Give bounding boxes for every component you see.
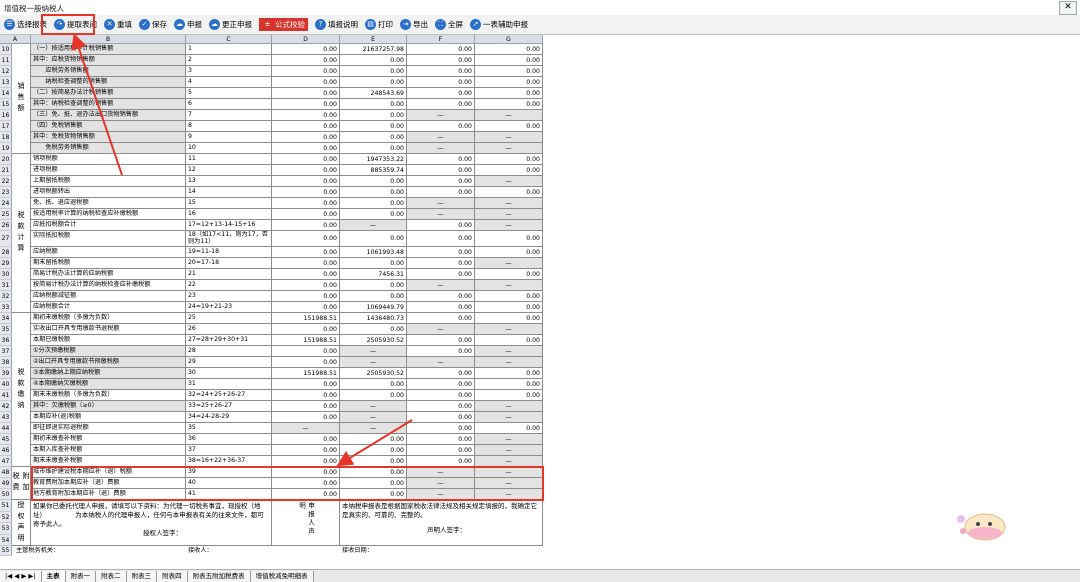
receiver-label: 接收人： xyxy=(188,547,213,554)
tax-office-label: 主管税务机关： xyxy=(16,547,60,554)
toolbar-label: 公式校验 xyxy=(275,20,305,29)
red-arrow xyxy=(336,419,413,467)
sheet-tab[interactable]: 主表 xyxy=(41,570,66,582)
window-titlebar: 增值税一般纳税人 ✕ xyxy=(0,0,1080,16)
window-title: 增值税一般纳税人 xyxy=(4,4,64,13)
sheet-tab[interactable]: 附表二 xyxy=(96,570,127,582)
expand-icon: ↗ xyxy=(470,19,481,30)
sheet-tab[interactable]: 附表一 xyxy=(65,570,97,582)
red-arrow xyxy=(71,35,123,176)
export-icon: ⇥ xyxy=(400,19,411,30)
toolbar-label: 打印 xyxy=(378,20,393,29)
close-icon[interactable]: ✕ xyxy=(1059,1,1077,15)
list-icon: ☰ xyxy=(4,19,15,30)
formula-icon: ± xyxy=(264,20,271,28)
toolbar-label: 保存 xyxy=(152,20,167,29)
printer-icon: ▤ xyxy=(365,19,376,30)
tab-nav-arrows[interactable]: |◀ ◀ ▶ ▶| xyxy=(0,570,42,582)
close-circle-icon: ✕ xyxy=(104,19,115,30)
declare-button[interactable]: ☁ 申报 xyxy=(174,19,202,30)
mascot-icon xyxy=(957,513,1006,541)
auxiliary-declare-button[interactable]: ↗ 一表辅助申报 xyxy=(470,19,528,30)
question-icon: ? xyxy=(315,19,326,30)
toolbar-label: 填报说明 xyxy=(328,20,358,29)
correct-declare-button[interactable]: ☁ 更正申报 xyxy=(209,19,252,30)
check-circle-icon: ✓ xyxy=(139,19,150,30)
row-number[interactable]: 55 xyxy=(0,546,12,556)
toolbar-label: 更正申报 xyxy=(222,20,252,29)
toolbar-label: 重填 xyxy=(117,20,132,29)
fill-help-button[interactable]: ? 填报说明 xyxy=(315,19,358,30)
print-button[interactable]: ▤ 打印 xyxy=(365,19,393,30)
fetch-report-highlight xyxy=(41,14,95,35)
annotation-arrows xyxy=(71,35,413,467)
cloud-icon: ☁ xyxy=(209,19,220,30)
sheet-tab[interactable]: 附表五附加税费表 xyxy=(187,570,251,582)
fullscreen-button[interactable]: ⛶ 全屏 xyxy=(435,19,463,30)
fullscreen-icon: ⛶ xyxy=(435,19,446,30)
spreadsheet: A B C D E F G 10 （一）按适用税率计税销售额 1 0.00 21637257.98 0.… xyxy=(0,35,1080,568)
refill-button[interactable]: ✕ 重填 xyxy=(104,19,132,30)
sheet-tab[interactable]: 增值税减免明细表 xyxy=(250,570,314,582)
toolbar-label: 申报 xyxy=(187,20,202,29)
sheet-tab[interactable]: 附表三 xyxy=(126,570,158,582)
formula-check-button[interactable]: ± 公式校验 xyxy=(259,18,308,31)
export-button[interactable]: ⇥ 导出 xyxy=(400,19,428,30)
toolbar-label: 一表辅助申报 xyxy=(483,20,528,29)
sheet-tab[interactable]: 附表四 xyxy=(157,570,188,582)
save-button[interactable]: ✓ 保存 xyxy=(139,19,167,30)
toolbar-label: 全屏 xyxy=(448,20,463,29)
cloud-icon: ☁ xyxy=(174,19,185,30)
sheet-tabs: |◀ ◀ ▶ ▶| 主表 附表一 附表二 附表三 附表四 附表五附加税费表 增值税减免明细表 xyxy=(0,569,1080,582)
toolbar-label: 导出 xyxy=(413,20,428,29)
receive-date-label: 接收日期： xyxy=(342,547,373,554)
toolbar: ☰ 选择报表 ↷ 提取表间 ✕ 重填 ✓ 保存 ☁ 申报 ☁ 更正申报 ± 公式校验? 填报说明 ▤ 打印 ⇥ 导出… xyxy=(0,15,1080,35)
